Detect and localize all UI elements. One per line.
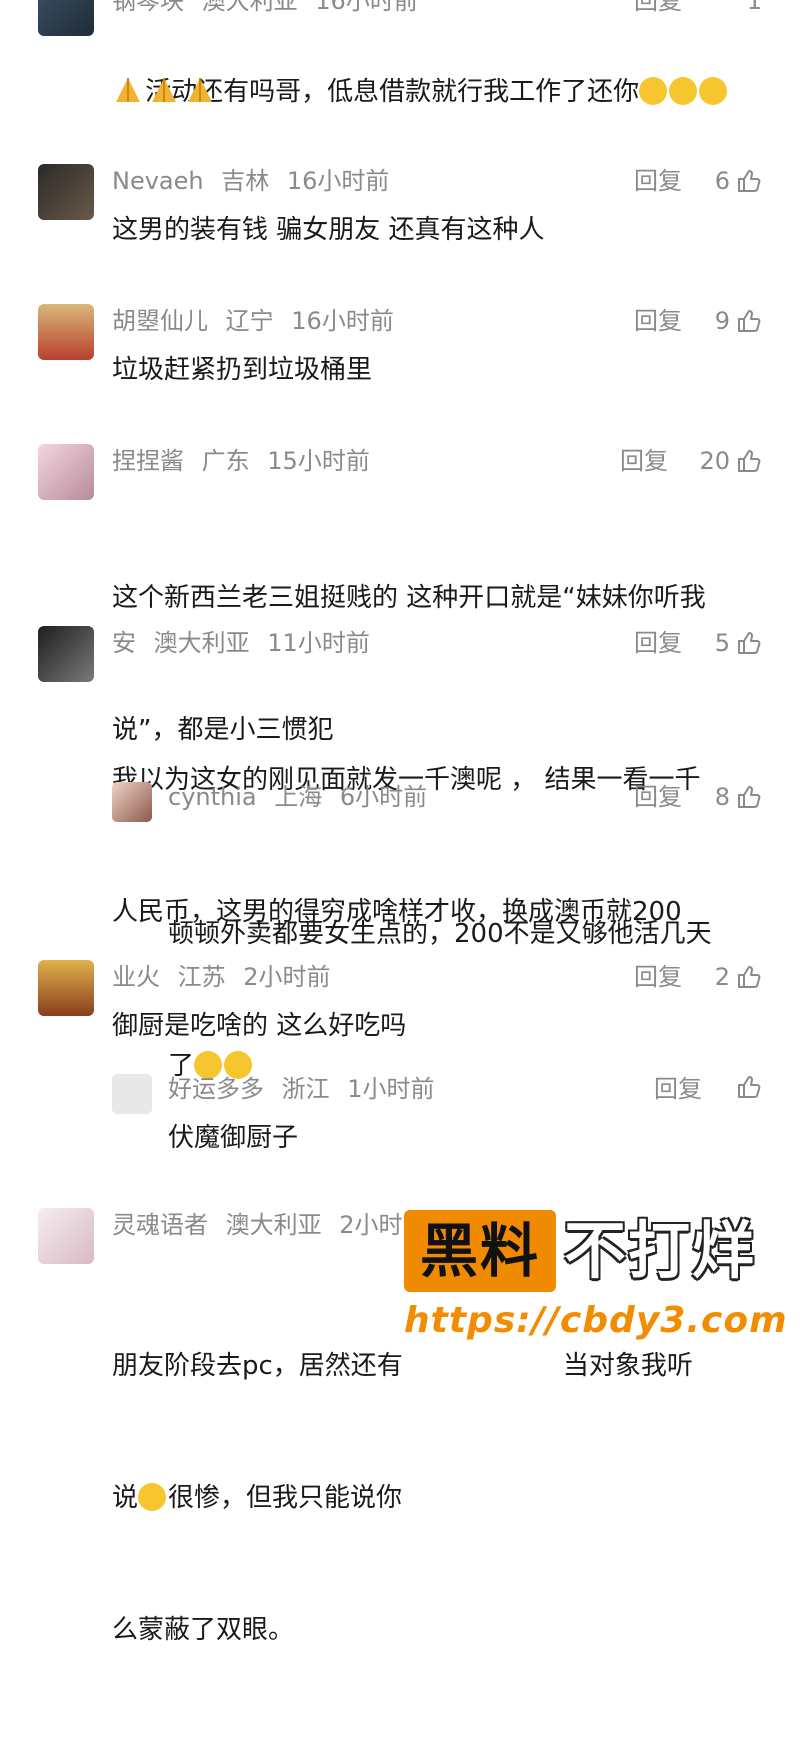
- comment-meta: 安 澳大利亚 11小时前: [112, 628, 380, 658]
- username[interactable]: Nevaeh: [112, 167, 204, 195]
- avatar[interactable]: [38, 626, 94, 682]
- pray-icon: [152, 78, 176, 102]
- comment-body: 活动还有吗哥，低息借款就行我工作了还你: [145, 77, 640, 107]
- like-button[interactable]: 20: [699, 446, 762, 476]
- reply-text: 伏魔御厨子: [168, 1123, 299, 1153]
- thumbs-up-icon: [736, 964, 762, 990]
- like-count: 1: [746, 0, 762, 15]
- reply-button[interactable]: 回复: [634, 628, 682, 658]
- reply-button[interactable]: 回复: [634, 166, 682, 196]
- comment-meta: 灵魂语者 澳大利亚 2小时前: [112, 1210, 437, 1240]
- username[interactable]: 好运多多: [168, 1075, 264, 1103]
- reply-button[interactable]: 回复: [634, 782, 682, 812]
- username[interactable]: 安: [112, 629, 136, 657]
- reply-button[interactable]: 回复: [634, 306, 682, 336]
- region: 澳大利亚: [225, 1211, 322, 1239]
- thumbs-up-icon: [736, 448, 762, 474]
- timestamp: 1小时前: [347, 1075, 435, 1103]
- like-button[interactable]: 8: [715, 782, 762, 812]
- avatar[interactable]: [112, 782, 152, 822]
- thumbs-up-icon: [736, 630, 762, 656]
- like-button[interactable]: [736, 1074, 762, 1100]
- laughing-crying-face-icon: [138, 1483, 167, 1511]
- region: 澳大利亚: [201, 0, 298, 15]
- comment-line: 么蒙蔽了双眼。: [112, 1615, 295, 1645]
- like-button[interactable]: 9: [715, 306, 762, 336]
- like-count: 6: [714, 167, 730, 195]
- pray-icon: [188, 78, 212, 102]
- username[interactable]: cynthia: [168, 783, 257, 811]
- region: 浙江: [281, 1075, 330, 1103]
- comment-meta: 业火 江苏 2小时前: [112, 962, 341, 992]
- avatar[interactable]: [38, 0, 94, 36]
- reply-button[interactable]: 回复: [634, 0, 682, 16]
- avatar[interactable]: [38, 164, 94, 220]
- thumbs-up-icon: [736, 168, 762, 194]
- region: 江苏: [177, 963, 226, 991]
- region: 上海: [274, 783, 323, 811]
- comment-text: 垃圾赶紧扔到垃圾桶里: [112, 355, 373, 385]
- comment-meta: Nevaeh 吉林 16小时前: [112, 166, 399, 196]
- username[interactable]: 胡曌仙儿: [112, 307, 208, 335]
- emoji-row: [112, 74, 216, 104]
- reply-meta: 好运多多 浙江 1小时前: [168, 1074, 445, 1104]
- timestamp: 15小时前: [267, 447, 370, 475]
- watermark-title: 不打烊: [564, 1214, 757, 1287]
- pray-icon: [116, 78, 140, 102]
- comment-meta: 捏捏酱 广东 15小时前: [112, 446, 380, 476]
- avatar[interactable]: [38, 444, 94, 500]
- avatar[interactable]: [38, 960, 94, 1016]
- timestamp: 2小时前: [243, 963, 331, 991]
- like-count: 20: [699, 447, 730, 475]
- timestamp: 16小时前: [286, 167, 390, 195]
- timestamp: 6小时前: [339, 783, 428, 811]
- region: 辽宁: [225, 307, 274, 335]
- region: 吉林: [221, 167, 270, 195]
- crying-face-icon: [699, 77, 728, 105]
- like-button[interactable]: 1: [747, 0, 762, 16]
- like-count: 2: [714, 963, 730, 991]
- comment-meta: 钢琴块 澳大利亚 16小时前: [112, 0, 428, 16]
- region: 广东: [201, 447, 250, 475]
- like-count: 8: [714, 783, 730, 811]
- thumbs-up-icon: [736, 308, 762, 334]
- comment-text: 这男的装有钱 骗女朋友 还真有这种人: [112, 215, 545, 245]
- comment-line: 说很惨，但我只能说你: [112, 1483, 403, 1513]
- region: 澳大利亚: [153, 629, 250, 657]
- watermark-badge: 黑料: [404, 1210, 556, 1292]
- timestamp: 16小时前: [291, 307, 394, 335]
- avatar[interactable]: [112, 1074, 152, 1114]
- username[interactable]: 灵魂语者: [112, 1211, 208, 1239]
- timestamp: 16小时前: [315, 0, 418, 15]
- like-button[interactable]: 5: [715, 628, 762, 658]
- comment-text: 御厨是吃啥的 这么好吃吗: [112, 1011, 407, 1041]
- comment-meta: 胡曌仙儿 辽宁 16小时前: [112, 306, 404, 336]
- like-count: 5: [714, 629, 730, 657]
- reply-button[interactable]: 回复: [654, 1074, 702, 1104]
- like-button[interactable]: 2: [715, 962, 762, 992]
- reply-button[interactable]: 回复: [620, 446, 668, 476]
- crying-face-icon: [639, 77, 668, 105]
- avatar[interactable]: [38, 1208, 94, 1264]
- username[interactable]: 钢琴块: [112, 0, 184, 15]
- thumbs-up-icon: [736, 784, 762, 810]
- crying-face-icon: [669, 77, 698, 105]
- watermark-url: https://cbdy3.com: [404, 1300, 788, 1341]
- thumbs-up-icon: [736, 1074, 762, 1100]
- username[interactable]: 业火: [112, 963, 160, 991]
- reply-meta: cynthia 上海 6小时前: [168, 782, 437, 812]
- username[interactable]: 捏捏酱: [112, 447, 184, 475]
- watermark: 黑料 不打烊 https://cbdy3.com: [404, 1206, 787, 1356]
- timestamp: 11小时前: [267, 629, 370, 657]
- comment-line: 这个新西兰老三姐挺贱的 这种开口就是“妹妹你听我: [112, 583, 706, 613]
- avatar[interactable]: [38, 304, 94, 360]
- like-button[interactable]: 6: [715, 166, 762, 196]
- comment-line: 顿顿外卖都要女生点的，200不是又够他活几天: [168, 919, 712, 949]
- reply-button[interactable]: 回复: [634, 962, 682, 992]
- like-count: 9: [714, 307, 730, 335]
